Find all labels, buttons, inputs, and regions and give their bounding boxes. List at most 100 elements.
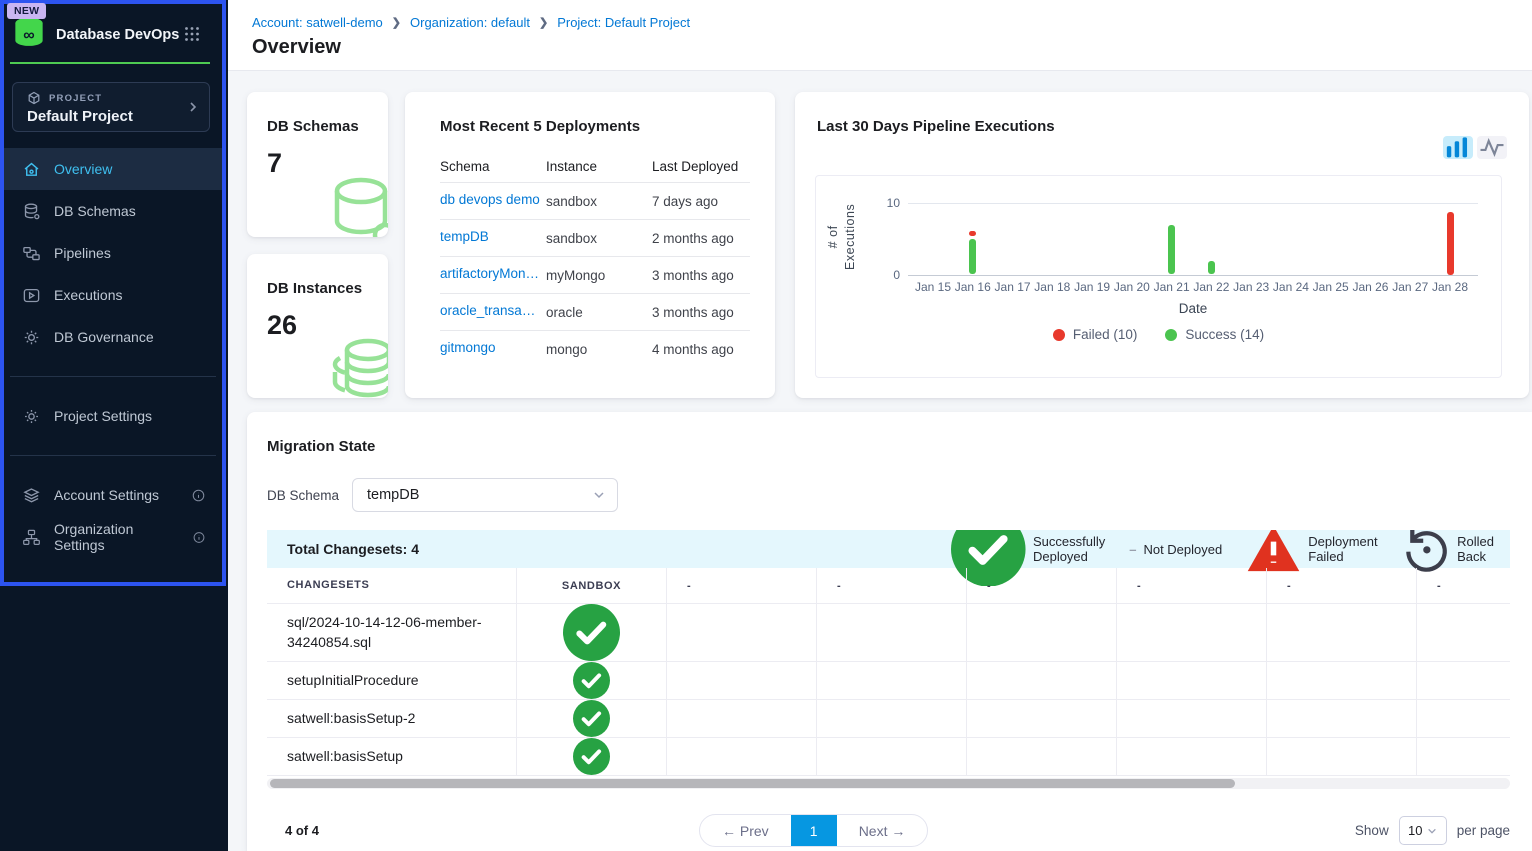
check-circle-icon — [517, 604, 666, 661]
legend-rolled-back: Rolled Back — [1402, 530, 1494, 573]
column-header: - — [1417, 568, 1510, 603]
sidebar-item-project-settings[interactable]: Project Settings — [4, 395, 222, 437]
db-schemas-count: 7 — [267, 148, 282, 179]
changeset-name: setupInitialProcedure — [267, 662, 517, 699]
last-deployed-cell: 3 months ago — [652, 305, 750, 320]
instance-cell: myMongo — [546, 268, 652, 283]
row-count: 4 of 4 — [285, 823, 319, 838]
database-cylinder-icon — [328, 175, 388, 237]
gear-icon — [22, 407, 41, 426]
table-summary-band: Total Changesets: 4 Successfully Deploye… — [267, 530, 1510, 568]
sidebar-item-label: Pipelines — [54, 245, 111, 261]
brand-divider — [10, 62, 210, 64]
schema-link[interactable]: db devops demo — [440, 192, 540, 207]
x-axis-tick: Jan 28 — [1422, 280, 1478, 294]
project-selector[interactable]: PROJECT Default Project — [12, 82, 210, 132]
chevron-right-icon — [187, 101, 199, 113]
sidebar: ∞ Database DevOps PROJECT Default Projec… — [0, 0, 228, 851]
governance-gear-icon — [22, 328, 41, 347]
schema-link[interactable]: tempDB — [440, 229, 489, 244]
legend-label: Deployment Failed — [1308, 534, 1377, 564]
breadcrumb-org-link[interactable]: Organization: default — [410, 15, 530, 30]
section-title: Migration State — [267, 438, 375, 455]
show-label: Show — [1355, 823, 1389, 838]
sidebar-item-db-governance[interactable]: DB Governance — [4, 316, 222, 358]
check-circle-icon — [517, 738, 666, 775]
home-icon — [22, 160, 41, 179]
sidebar-nav: Overview DB Schemas — [4, 148, 222, 558]
chart-bar-failed — [969, 231, 976, 236]
divider — [10, 455, 216, 456]
last-deployed-cell: 2 months ago — [652, 231, 750, 246]
db-schema-select[interactable]: tempDB — [352, 478, 618, 512]
page-size-select[interactable]: 10 — [1399, 816, 1447, 845]
scrollbar-thumb[interactable] — [270, 779, 1235, 788]
legend-label: Success (14) — [1185, 327, 1264, 342]
last-deployed-cell: 7 days ago — [652, 194, 750, 209]
layers-icon — [22, 486, 41, 505]
x-axis-label: Date — [908, 301, 1478, 316]
sidebar-item-label: Overview — [54, 161, 112, 177]
sidebar-item-db-schemas[interactable]: DB Schemas — [4, 190, 222, 232]
instance-cell: sandbox — [546, 231, 652, 246]
column-header: - — [1267, 568, 1417, 603]
table-row: artifactoryMongo myMongo 3 months ago — [440, 256, 750, 293]
module-grid-icon[interactable] — [184, 26, 200, 42]
breadcrumb-account-link[interactable]: Account: satwell-demo — [252, 15, 383, 30]
legend-item-failed: Failed (10) — [1053, 327, 1138, 342]
chart-bar-success — [969, 239, 976, 274]
schema-link[interactable]: artifactoryMongo — [440, 266, 540, 281]
sidebar-item-account-settings[interactable]: Account Settings — [4, 474, 222, 516]
changeset-name: satwell:basisSetup-2 — [267, 700, 517, 737]
new-badge: NEW — [7, 3, 46, 19]
column-header: Instance — [546, 159, 652, 174]
sidebar-item-label: Executions — [54, 287, 122, 303]
pagination: ← Prev 1 Next → — [699, 814, 928, 847]
y-axis-label: # of Executions — [825, 201, 859, 273]
sidebar-item-executions[interactable]: Executions — [4, 274, 222, 316]
changeset-row: setupInitialProcedure — [267, 662, 1510, 700]
breadcrumb-project-link[interactable]: Project: Default Project — [557, 15, 690, 30]
legend-label: Not Deployed — [1143, 542, 1222, 557]
deployments-table: Schema Instance Last Deployed db devops … — [440, 150, 750, 367]
last-deployed-cell: 4 months ago — [652, 342, 750, 357]
sandbox-status-cell — [517, 604, 667, 661]
schema-link[interactable]: gitmongo — [440, 340, 496, 355]
breadcrumb-separator-icon: ❯ — [392, 16, 401, 29]
changeset-row: sql/2024-10-14-12-06-member-34240854.sql — [267, 604, 1510, 662]
column-header: SANDBOX — [517, 568, 667, 603]
db-instances-card: DB Instances 26 — [247, 254, 388, 398]
success-dot-icon — [1165, 329, 1177, 341]
rollback-icon — [1402, 530, 1451, 573]
gridline — [908, 203, 1478, 204]
sidebar-item-pipelines[interactable]: Pipelines — [4, 232, 222, 274]
breadcrumb: Account: satwell-demo ❯ Organization: de… — [252, 15, 690, 30]
card-title: DB Instances — [267, 280, 362, 297]
play-icon — [22, 286, 41, 305]
next-button[interactable]: Next → — [837, 815, 928, 846]
sidebar-item-organization-settings[interactable]: Organization Settings — [4, 516, 222, 558]
sidebar-item-label: Organization Settings — [54, 521, 179, 553]
bar-chart-toggle-icon[interactable] — [1443, 136, 1473, 159]
line-chart-toggle-icon[interactable] — [1477, 136, 1507, 159]
horizontal-scrollbar — [267, 778, 1510, 789]
sidebar-item-overview[interactable]: Overview — [4, 148, 222, 190]
instance-cell: mongo — [546, 342, 652, 357]
db-schema-label: DB Schema — [267, 488, 339, 503]
table-row: tempDB sandbox 2 months ago — [440, 219, 750, 256]
pipeline-executions-card: Last 30 Days Pipeline Executions # of Ex… — [795, 92, 1529, 398]
schema-link[interactable]: oracle_transact... — [440, 303, 540, 318]
table-row: gitmongo mongo 4 months ago — [440, 330, 750, 367]
check-circle-icon — [517, 662, 666, 699]
page-size-control: Show 10 per page — [1355, 816, 1510, 845]
info-icon[interactable] — [192, 530, 206, 545]
prev-button[interactable]: ← Prev — [700, 815, 791, 846]
page-1-button[interactable]: 1 — [791, 814, 837, 847]
column-header: Last Deployed — [652, 159, 750, 174]
chart-bar-failed — [1447, 212, 1454, 275]
info-icon[interactable] — [191, 488, 206, 503]
page-title: Overview — [252, 36, 341, 59]
table-header-row: Schema Instance Last Deployed — [440, 150, 750, 182]
db-instances-count: 26 — [267, 310, 297, 341]
per-page-label: per page — [1457, 823, 1510, 838]
